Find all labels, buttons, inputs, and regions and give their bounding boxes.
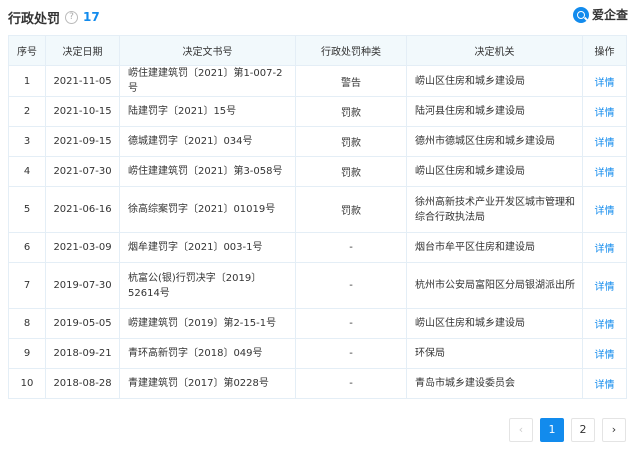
section-header: 行政处罚 ? 17	[8, 8, 100, 27]
cell-authority: 徐州高新技术产业开发区城市管理和综合行政执法局	[406, 186, 583, 233]
page-button-2[interactable]: 2	[571, 418, 595, 442]
cell-date: 2019-07-30	[45, 262, 120, 309]
cell-no: 9	[8, 338, 46, 369]
cell-penalty-type: -	[295, 368, 407, 399]
table-row: 10 2018-08-28 青建建筑罚〔2017〕第0228号 - 青岛市城乡建设委员会…	[8, 368, 627, 399]
cell-no: 3	[8, 126, 46, 157]
cell-no: 10	[8, 368, 46, 399]
cell-penalty-type: 罚款	[295, 186, 407, 233]
cell-authority: 陆河县住房和城乡建设局	[406, 96, 583, 127]
cell-date: 2021-03-09	[45, 232, 120, 263]
cell-doc-number: 烟牟建罚字〔2021〕003-1号	[119, 232, 296, 263]
cell-penalty-type: 罚款	[295, 126, 407, 157]
column-header-no: 序号	[8, 35, 46, 66]
cell-doc-number: 青建建筑罚〔2017〕第0228号	[119, 368, 296, 399]
cell-authority: 崂山区住房和城乡建设局	[406, 156, 583, 187]
cell-authority: 崂山区住房和城乡建设局	[406, 308, 583, 339]
table-row: 5 2021-06-16 徐高综案罚字〔2021〕01019号 罚款 徐州高新技术产业开…	[8, 186, 627, 233]
cell-doc-number: 崂建建筑罚〔2019〕第2-15-1号	[119, 308, 296, 339]
cell-penalty-type: 罚款	[295, 156, 407, 187]
brand-logo[interactable]: 爱企查	[572, 6, 628, 23]
detail-link[interactable]: 详情	[582, 156, 627, 187]
cell-penalty-type: 警告	[295, 65, 407, 97]
cell-date: 2021-11-05	[45, 65, 120, 97]
cell-doc-number: 徐高综案罚字〔2021〕01019号	[119, 186, 296, 233]
table-row: 3 2021-09-15 德城建罚字〔2021〕034号 罚款 德州市德城区住房和城乡建…	[8, 126, 627, 157]
cell-penalty-type: -	[295, 232, 407, 263]
detail-link[interactable]: 详情	[582, 368, 627, 399]
cell-authority: 青岛市城乡建设委员会	[406, 368, 583, 399]
cell-authority: 崂山区住房和城乡建设局	[406, 65, 583, 97]
brand-name: 爱企查	[591, 8, 628, 22]
cell-no: 5	[8, 186, 46, 233]
cell-date: 2018-08-28	[45, 368, 120, 399]
cell-authority: 德州市德城区住房和城乡建设局	[406, 126, 583, 157]
page-button-1[interactable]: 1	[540, 418, 564, 442]
cell-penalty-type: -	[295, 338, 407, 369]
detail-link[interactable]: 详情	[582, 308, 627, 339]
cell-no: 8	[8, 308, 46, 339]
cell-doc-number: 德城建罚字〔2021〕034号	[119, 126, 296, 157]
table-row: 7 2019-07-30 杭富公(银)行罚决字〔2019〕52614号 - 杭州市公安局…	[8, 262, 627, 309]
help-icon[interactable]: ?	[65, 10, 79, 24]
detail-link[interactable]: 详情	[582, 232, 627, 263]
table-row: 4 2021-07-30 崂住建建筑罚〔2021〕第3-058号 罚款 崂山区住房和城乡…	[8, 156, 627, 187]
cell-date: 2018-09-21	[45, 338, 120, 369]
detail-link[interactable]: 详情	[582, 96, 627, 127]
cell-no: 2	[8, 96, 46, 127]
table-body: 1 2021-11-05 崂住建建筑罚〔2021〕第1-007-2号 警告 崂山区住房和…	[8, 65, 627, 399]
cell-doc-number: 陆建罚字〔2021〕15号	[119, 96, 296, 127]
table-row: 1 2021-11-05 崂住建建筑罚〔2021〕第1-007-2号 警告 崂山区住房和…	[8, 65, 627, 97]
detail-link[interactable]: 详情	[582, 186, 627, 233]
cell-date: 2021-10-15	[45, 96, 120, 127]
column-header-type: 行政处罚种类	[295, 35, 407, 66]
search-logo-icon	[572, 6, 589, 23]
cell-doc-number: 杭富公(银)行罚决字〔2019〕52614号	[119, 262, 296, 309]
cell-date: 2021-09-15	[45, 126, 120, 157]
detail-link[interactable]: 详情	[582, 262, 627, 309]
pagination: ‹ 1 2 ›	[509, 418, 626, 442]
table-header-row: 序号 决定日期 决定文书号 行政处罚种类 决定机关 操作	[8, 35, 627, 66]
next-page-button[interactable]: ›	[602, 418, 626, 442]
detail-link[interactable]: 详情	[582, 338, 627, 369]
cell-doc-number: 崂住建建筑罚〔2021〕第3-058号	[119, 156, 296, 187]
cell-date: 2021-07-30	[45, 156, 120, 187]
column-header-op: 操作	[582, 35, 627, 66]
prev-page-button[interactable]: ‹	[509, 418, 533, 442]
cell-doc-number: 崂住建建筑罚〔2021〕第1-007-2号	[119, 65, 296, 97]
cell-date: 2021-06-16	[45, 186, 120, 233]
column-header-date: 决定日期	[45, 35, 120, 66]
cell-no: 6	[8, 232, 46, 263]
cell-authority: 烟台市牟平区住房和建设局	[406, 232, 583, 263]
table-row: 6 2021-03-09 烟牟建罚字〔2021〕003-1号 - 烟台市牟平区住房和建设…	[8, 232, 627, 263]
cell-no: 4	[8, 156, 46, 187]
table-row: 2 2021-10-15 陆建罚字〔2021〕15号 罚款 陆河县住房和城乡建设局 详情	[8, 96, 627, 127]
cell-date: 2019-05-05	[45, 308, 120, 339]
cell-no: 1	[8, 65, 46, 97]
detail-link[interactable]: 详情	[582, 126, 627, 157]
table-row: 8 2019-05-05 崂建建筑罚〔2019〕第2-15-1号 - 崂山区住房和城乡建…	[8, 308, 627, 339]
cell-penalty-type: 罚款	[295, 96, 407, 127]
column-header-org: 决定机关	[406, 35, 583, 66]
cell-no: 7	[8, 262, 46, 309]
cell-authority: 环保局	[406, 338, 583, 369]
cell-doc-number: 青环高新罚字〔2018〕049号	[119, 338, 296, 369]
cell-authority: 杭州市公安局富阳区分局银湖派出所	[406, 262, 583, 309]
table-row: 9 2018-09-21 青环高新罚字〔2018〕049号 - 环保局 详情	[8, 338, 627, 369]
penalty-table: 序号 决定日期 决定文书号 行政处罚种类 决定机关 操作 1 2021-11-05…	[8, 35, 627, 399]
record-count: 17	[83, 10, 100, 24]
cell-penalty-type: -	[295, 262, 407, 309]
section-title: 行政处罚	[8, 11, 61, 27]
detail-link[interactable]: 详情	[582, 65, 627, 97]
column-header-doc: 决定文书号	[119, 35, 296, 66]
cell-penalty-type: -	[295, 308, 407, 339]
page: 行政处罚 ? 17 爱企查 序号 决定日期 决定文书号 行政处罚种类 决定机关 …	[0, 0, 640, 452]
